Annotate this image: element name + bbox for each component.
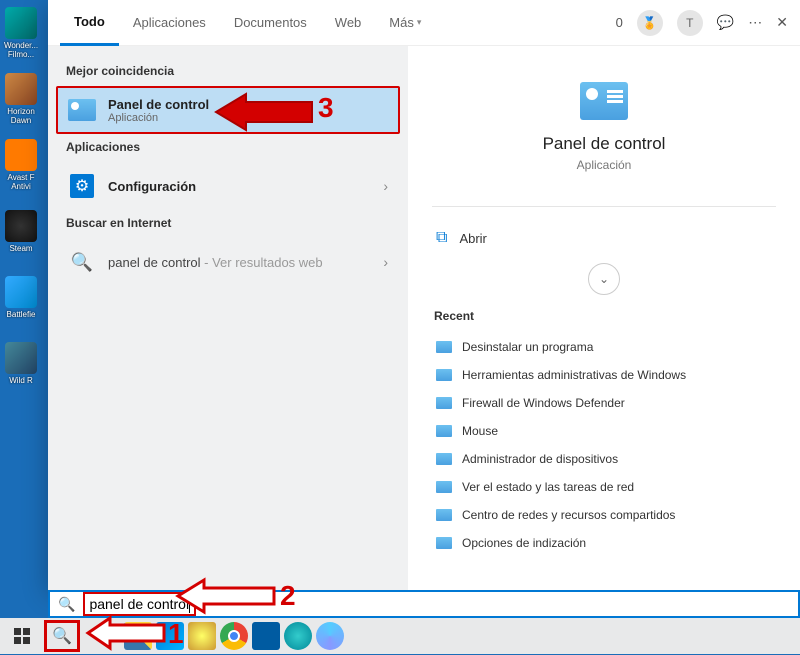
rewards-icon[interactable]: 🏅 <box>637 10 663 36</box>
recent-item[interactable]: Mouse <box>432 417 776 445</box>
tab-mas[interactable]: Más▾ <box>375 0 435 46</box>
control-panel-icon <box>436 509 452 521</box>
apps-label: Aplicaciones <box>56 134 400 162</box>
search-taskbar-button[interactable]: 🔍 <box>44 620 80 652</box>
result-panel-de-control[interactable]: Panel de control Aplicación <box>56 86 400 134</box>
tabs-row: Todo Aplicaciones Documentos Web Más▾ 0 … <box>48 0 800 46</box>
feedback-icon[interactable]: 💬 <box>717 14 734 31</box>
desktop-icon-avast[interactable]: Avast F Antivi <box>0 136 42 194</box>
task-view-button[interactable]: ▭ <box>84 620 120 652</box>
user-avatar[interactable]: T <box>677 10 703 36</box>
taskbar-app-python[interactable] <box>124 622 152 650</box>
result-configuracion[interactable]: ⚙ Configuración › <box>56 162 400 210</box>
recent-item[interactable]: Administrador de dispositivos <box>432 445 776 473</box>
taskbar-app-edge[interactable] <box>284 622 312 650</box>
control-panel-icon <box>436 397 452 409</box>
tab-web[interactable]: Web <box>321 0 376 46</box>
control-panel-icon <box>436 453 452 465</box>
recent-label: Recent <box>432 303 776 333</box>
taskbar-app-chrome[interactable] <box>220 622 248 650</box>
detail-title: Panel de control <box>543 134 666 154</box>
result-subtitle: Aplicación <box>108 112 388 124</box>
control-panel-icon <box>436 369 452 381</box>
result-title: Panel de control <box>108 97 388 112</box>
close-icon[interactable]: ✕ <box>776 14 788 31</box>
desktop-icon-steam[interactable]: Steam <box>0 202 42 260</box>
results-left-column: Mejor coincidencia Panel de control Apli… <box>48 46 408 590</box>
desktop-icon-horizon[interactable]: Horizon Dawn <box>0 70 42 128</box>
recent-item[interactable]: Ver el estado y las tareas de red <box>432 473 776 501</box>
tab-todo[interactable]: Todo <box>60 0 119 46</box>
taskbar-app-cortana[interactable] <box>316 622 344 650</box>
control-panel-icon <box>436 481 452 493</box>
desktop-icon-battlefield[interactable]: Battlefie <box>0 268 42 326</box>
control-panel-icon <box>436 425 452 437</box>
detail-subtitle: Aplicación <box>577 158 632 172</box>
chevron-right-icon: › <box>383 254 388 270</box>
desktop-icon-filmora[interactable]: Wonder... Filmo... <box>0 4 42 62</box>
best-match-label: Mejor coincidencia <box>56 58 400 86</box>
detail-panel: Panel de control Aplicación ⧉ Abrir ⌄ Re… <box>408 46 800 590</box>
recent-item[interactable]: Opciones de indización <box>432 529 776 557</box>
tab-aplicaciones[interactable]: Aplicaciones <box>119 0 220 46</box>
expand-button[interactable]: ⌄ <box>588 263 620 295</box>
control-panel-icon <box>436 537 452 549</box>
search-icon: 🔍 <box>58 596 75 613</box>
rewards-count: 0 <box>616 15 623 30</box>
gear-icon: ⚙ <box>70 174 94 198</box>
taskbar-app-terminal[interactable] <box>252 622 280 650</box>
search-input[interactable]: panel de control <box>83 592 196 616</box>
more-icon[interactable]: ⋯ <box>748 14 762 31</box>
search-results-window: Todo Aplicaciones Documentos Web Más▾ 0 … <box>48 0 800 590</box>
taskbar-app-paint[interactable] <box>188 622 216 650</box>
recent-item[interactable]: Centro de redes y recursos compartidos <box>432 501 776 529</box>
recent-item[interactable]: Herramientas administrativas de Windows <box>432 361 776 389</box>
chevron-down-icon: ▾ <box>417 17 422 28</box>
chevron-right-icon: › <box>383 178 388 194</box>
recent-item[interactable]: Firewall de Windows Defender <box>432 389 776 417</box>
taskbar: 🔍 ▭ <box>0 618 800 654</box>
control-panel-icon <box>436 341 452 353</box>
tab-documentos[interactable]: Documentos <box>220 0 321 46</box>
desktop-icons: Wonder... Filmo... Horizon Dawn Avast F … <box>0 0 48 590</box>
control-panel-icon <box>68 99 96 121</box>
search-icon: 🔍 <box>68 248 96 276</box>
recent-item[interactable]: Desinstalar un programa <box>432 333 776 361</box>
desktop-icon-wild[interactable]: Wild R <box>0 334 42 392</box>
start-button[interactable] <box>4 620 40 652</box>
open-icon: ⧉ <box>436 229 447 247</box>
control-panel-icon <box>580 82 628 120</box>
open-action[interactable]: ⧉ Abrir <box>432 221 776 255</box>
search-bar[interactable]: 🔍 panel de control <box>48 590 800 618</box>
result-web-search[interactable]: 🔍 panel de control - Ver resultados web … <box>56 238 400 286</box>
web-label: Buscar en Internet <box>56 210 400 238</box>
taskbar-app-store[interactable] <box>156 622 184 650</box>
